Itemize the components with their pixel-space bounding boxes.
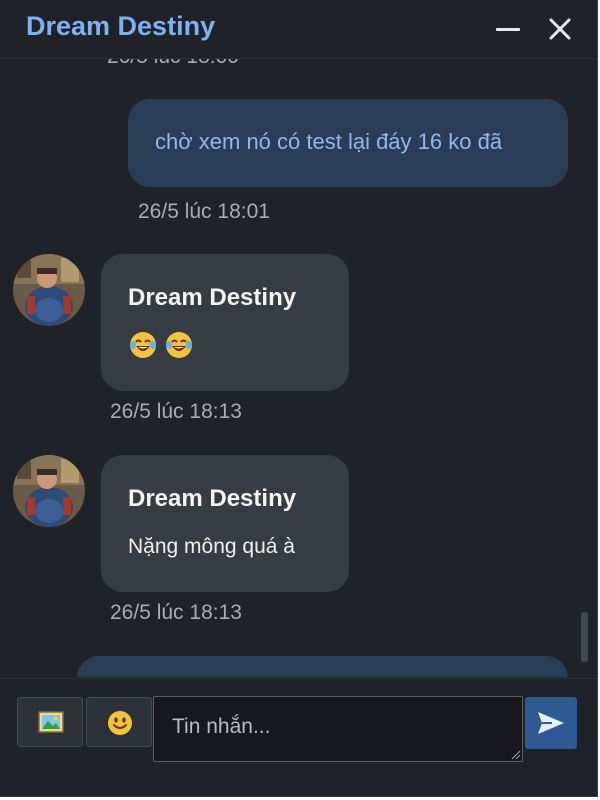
incoming-message-bubble[interactable]: Dream Destiny Nặng mông quá à [101,455,349,592]
outgoing-message-bubble[interactable]: chờ xem nó có test lại đáy 16 ko đã [128,99,568,187]
scrollbar-thumb[interactable] [581,612,588,662]
chat-header: Dream Destiny [0,0,597,59]
message-input[interactable] [153,696,523,762]
message-timestamp: 26/5 lúc 18:13 [110,601,242,624]
face-with-tears-of-joy-icon [130,332,156,358]
image-icon [38,711,64,733]
smiley-icon [108,711,132,735]
avatar-image [13,254,85,326]
sender-name: Dream Destiny [128,485,297,512]
close-button[interactable] [545,14,575,44]
chat-window: Dream Destiny 26/5 lúc 18:00 chờ xem nó … [0,0,598,797]
emoji-row [129,331,197,364]
message-timestamp: 26/5 lúc 18:01 [138,200,270,223]
face-with-tears-of-joy-icon [166,332,193,358]
outgoing-message-bubble[interactable] [77,656,568,677]
chat-title: Dream Destiny [26,11,216,41]
message-timestamp: 26/5 lúc 18:13 [110,400,242,423]
message-timestamp: 26/5 lúc 18:00 [107,59,239,69]
avatar[interactable] [13,254,85,326]
sender-name: Dream Destiny [128,284,297,311]
attach-image-button[interactable] [17,697,83,747]
send-button[interactable] [525,697,577,749]
close-icon [549,18,571,40]
avatar[interactable] [13,455,85,527]
message-list[interactable]: 26/5 lúc 18:00 chờ xem nó có test lại đá… [0,59,597,677]
minimize-button[interactable] [492,14,522,44]
emoji-button[interactable] [86,697,152,747]
message-composer [0,678,597,796]
send-icon [538,712,564,734]
resize-grip-icon[interactable] [511,750,521,760]
minimize-icon [496,28,520,31]
message-text: Nặng mông quá à [128,535,295,558]
incoming-message-bubble[interactable]: Dream Destiny [101,254,349,391]
message-text: chờ xem nó có test lại đáy 16 ko đã [155,129,503,154]
avatar-image [13,455,85,527]
